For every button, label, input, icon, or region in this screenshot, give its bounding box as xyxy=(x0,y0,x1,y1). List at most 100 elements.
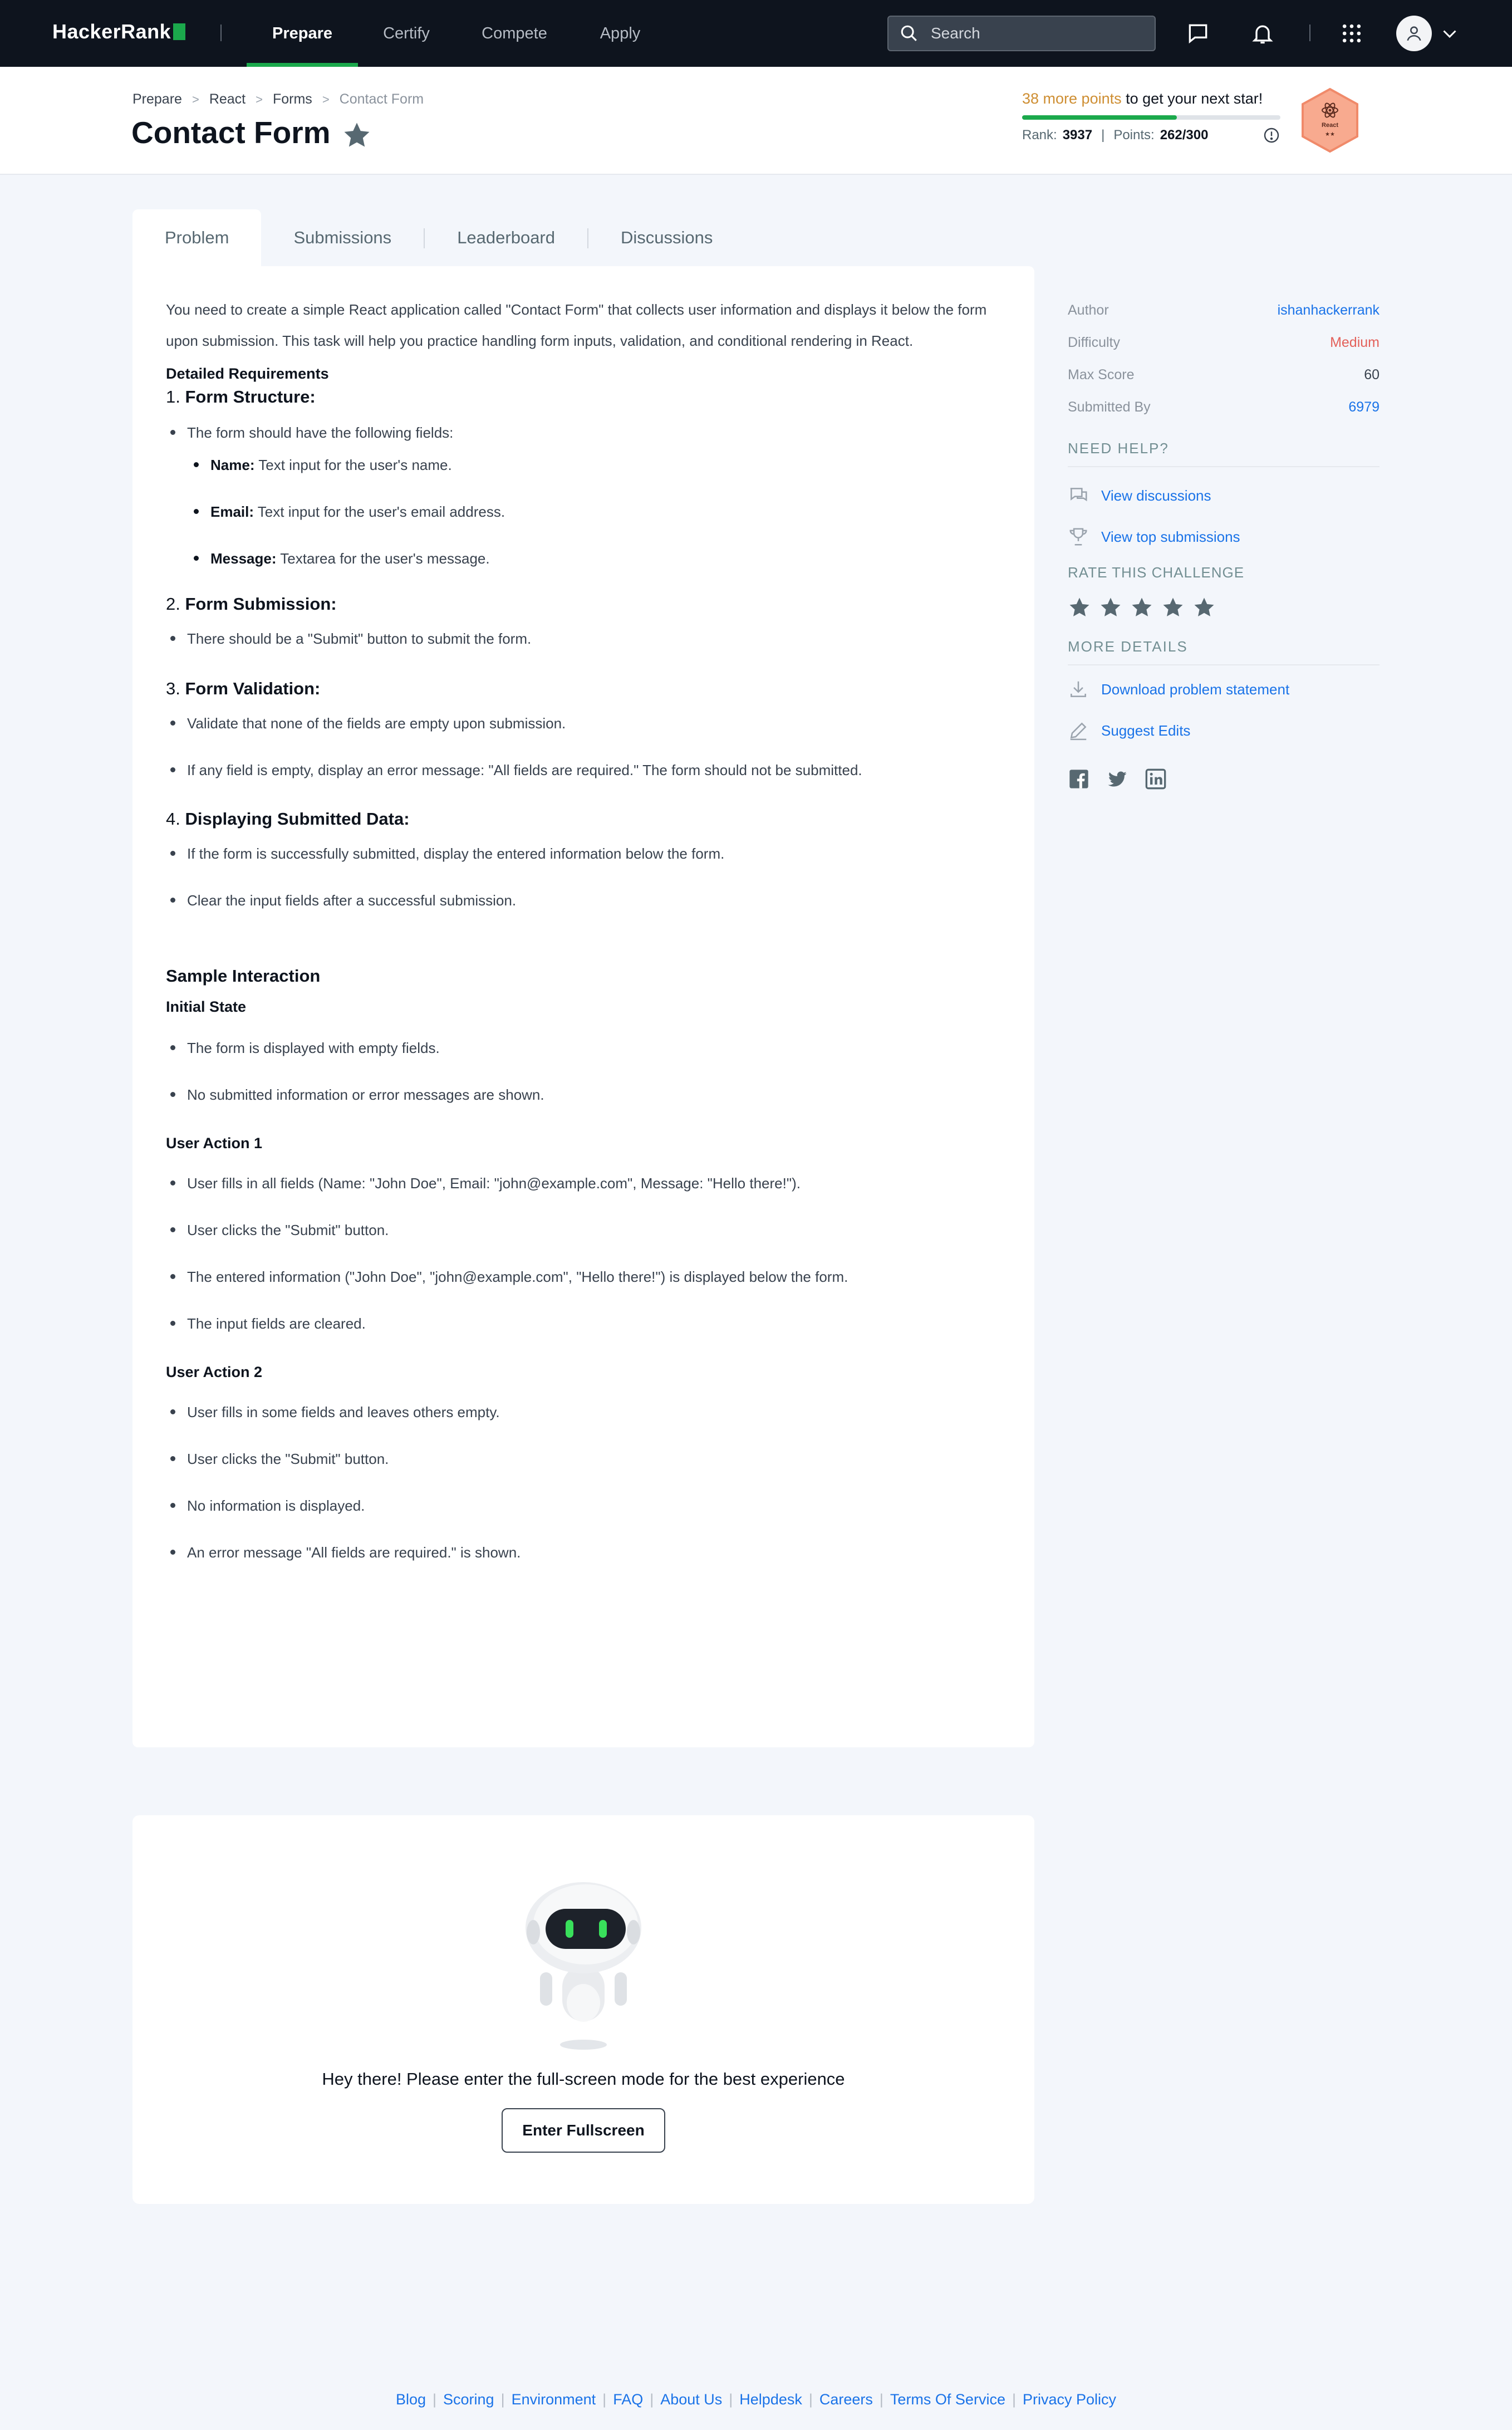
view-top-submissions-link[interactable]: View top submissions xyxy=(1068,516,1380,557)
submitted-by-label: Submitted By xyxy=(1068,399,1151,415)
max-score-label: Max Score xyxy=(1068,367,1135,383)
view-discussions-link[interactable]: View discussions xyxy=(1068,475,1380,516)
apps-grid-icon[interactable] xyxy=(1339,21,1364,46)
footer-link-helpdesk[interactable]: Helpdesk xyxy=(739,2391,802,2408)
footer-link-terms[interactable]: Terms Of Service xyxy=(890,2391,1005,2408)
breadcrumb-forms[interactable]: Forms xyxy=(273,91,312,107)
footer-divider: | xyxy=(500,2391,505,2408)
footer-divider: | xyxy=(650,2391,654,2408)
requirement-heading: 2. Form Submission: xyxy=(166,594,1001,614)
chevron-right-icon: > xyxy=(256,92,263,106)
challenge-sidebar: Author ishanhackerrank Difficulty Medium… xyxy=(1068,294,1380,790)
footer-link-faq[interactable]: FAQ xyxy=(613,2391,643,2408)
points-value: 262/300 xyxy=(1160,128,1209,143)
rank-divider: | xyxy=(1101,128,1105,143)
sample-interaction-heading: Sample Interaction xyxy=(166,966,321,986)
initial-state-heading: Initial State xyxy=(166,998,247,1015)
search-placeholder: Search xyxy=(931,25,980,42)
rating-star-icon[interactable] xyxy=(1068,596,1091,619)
req-title: Form Validation: xyxy=(185,679,321,698)
download-icon xyxy=(1071,681,1086,697)
req-number: 4. xyxy=(166,809,185,829)
rating-star-icon[interactable] xyxy=(1192,596,1216,619)
problem-statement: You need to create a simple React applic… xyxy=(132,266,1034,1747)
footer-link-about-us[interactable]: About Us xyxy=(660,2391,722,2408)
more-details-heading: MORE DETAILS xyxy=(1068,638,1380,665)
points-label: Points: xyxy=(1113,128,1155,143)
tab-discussions[interactable]: Discussions xyxy=(588,209,745,266)
req-number: 1. xyxy=(166,387,185,406)
bookmark-star-icon[interactable] xyxy=(342,120,372,150)
search-input[interactable]: Search xyxy=(887,16,1156,51)
nav-compete[interactable]: Compete xyxy=(474,0,554,67)
author-link[interactable]: ishanhackerrank xyxy=(1278,294,1380,326)
nav-divider xyxy=(220,25,222,41)
nav-apply[interactable]: Apply xyxy=(593,0,647,67)
difficulty-label: Difficulty xyxy=(1068,335,1121,350)
tab-problem[interactable]: Problem xyxy=(132,209,262,266)
requirement-list: If the form is successfully submitted, d… xyxy=(166,844,1001,910)
rating-star-icon[interactable] xyxy=(1099,596,1122,619)
bell-icon[interactable] xyxy=(1250,21,1275,46)
social-share xyxy=(1068,768,1380,790)
footer-link-scoring[interactable]: Scoring xyxy=(443,2391,494,2408)
footer-link-privacy[interactable]: Privacy Policy xyxy=(1023,2391,1116,2408)
submitted-by-link[interactable]: 6979 xyxy=(1348,391,1380,423)
tab-submissions[interactable]: Submissions xyxy=(261,209,424,266)
nav-prepare[interactable]: Prepare xyxy=(247,0,358,67)
fullscreen-message: Hey there! Please enter the full-screen … xyxy=(322,2069,845,2089)
user-action-1-heading: User Action 1 xyxy=(166,1135,263,1152)
difficulty-value: Medium xyxy=(1330,335,1380,350)
field-text: Text input for the user's name. xyxy=(254,457,452,473)
list-item: Clear the input fields after a successfu… xyxy=(166,890,1001,910)
breadcrumb-react[interactable]: React xyxy=(209,91,246,107)
chevron-down-icon[interactable] xyxy=(1440,23,1460,43)
enter-fullscreen-button[interactable]: Enter Fullscreen xyxy=(502,2108,665,2153)
list-item: The entered information ("John Doe", "jo… xyxy=(166,1267,1001,1287)
breadcrumb-prepare[interactable]: Prepare xyxy=(132,91,182,107)
hackerrank-logo[interactable]: HackerRank xyxy=(52,20,186,43)
footer-link-environment[interactable]: Environment xyxy=(512,2391,596,2408)
points-needed: 38 more points xyxy=(1022,90,1122,107)
list-item: The form should have the following field… xyxy=(166,423,1001,443)
field-text: Text input for the user's email address. xyxy=(254,503,505,520)
rank-label: Rank: xyxy=(1022,128,1057,143)
progress-bar xyxy=(1022,115,1280,120)
author-label: Author xyxy=(1068,302,1109,318)
nav-divider-right xyxy=(1309,25,1310,41)
download-statement-label: Download problem statement xyxy=(1101,680,1290,698)
svg-text:React: React xyxy=(1322,122,1338,129)
rating-star-icon[interactable] xyxy=(1161,596,1185,619)
rating-star-icon[interactable] xyxy=(1130,596,1153,619)
req-number: 2. xyxy=(166,594,185,614)
twitter-icon[interactable] xyxy=(1106,768,1129,790)
requirement-heading: 4. Displaying Submitted Data: xyxy=(166,809,1001,829)
req-title: Form Submission: xyxy=(185,594,337,614)
footer-divider: | xyxy=(602,2391,607,2408)
meta-author: Author ishanhackerrank xyxy=(1068,294,1380,326)
linkedin-icon[interactable] xyxy=(1145,768,1167,790)
footer-divider: | xyxy=(1012,2391,1016,2408)
suggest-edits-link[interactable]: Suggest Edits xyxy=(1068,710,1380,751)
react-badge-icon[interactable]: React ★★ xyxy=(1297,86,1363,155)
field-text: Textarea for the user's message. xyxy=(276,550,490,567)
download-statement-link[interactable]: Download problem statement xyxy=(1068,669,1380,710)
rank-row: Rank: 3937 | Points: 262/300 xyxy=(1022,128,1280,143)
footer-link-careers[interactable]: Careers xyxy=(819,2391,873,2408)
req-title: Displaying Submitted Data: xyxy=(185,809,410,829)
user-avatar[interactable] xyxy=(1396,16,1432,51)
suggest-edits-label: Suggest Edits xyxy=(1101,722,1191,739)
info-icon[interactable] xyxy=(1263,126,1280,144)
rate-challenge-heading: RATE THIS CHALLENGE xyxy=(1068,564,1245,581)
messages-icon[interactable] xyxy=(1186,21,1210,46)
breadcrumb: Prepare > React > Forms > Contact Form xyxy=(132,91,424,107)
nav-certify[interactable]: Certify xyxy=(373,0,440,67)
tab-leaderboard[interactable]: Leaderboard xyxy=(425,209,587,266)
requirement-list: There should be a "Submit" button to sub… xyxy=(166,629,1001,649)
facebook-icon[interactable] xyxy=(1068,768,1090,790)
challenge-header: Prepare > React > Forms > Contact Form C… xyxy=(0,67,1512,175)
footer-link-blog[interactable]: Blog xyxy=(396,2391,426,2408)
requirement-heading: 3. Form Validation: xyxy=(166,679,1001,699)
list-item: User fills in all fields (Name: "John Do… xyxy=(166,1173,1001,1193)
requirement-heading: 1. Form Structure: xyxy=(166,387,1001,407)
